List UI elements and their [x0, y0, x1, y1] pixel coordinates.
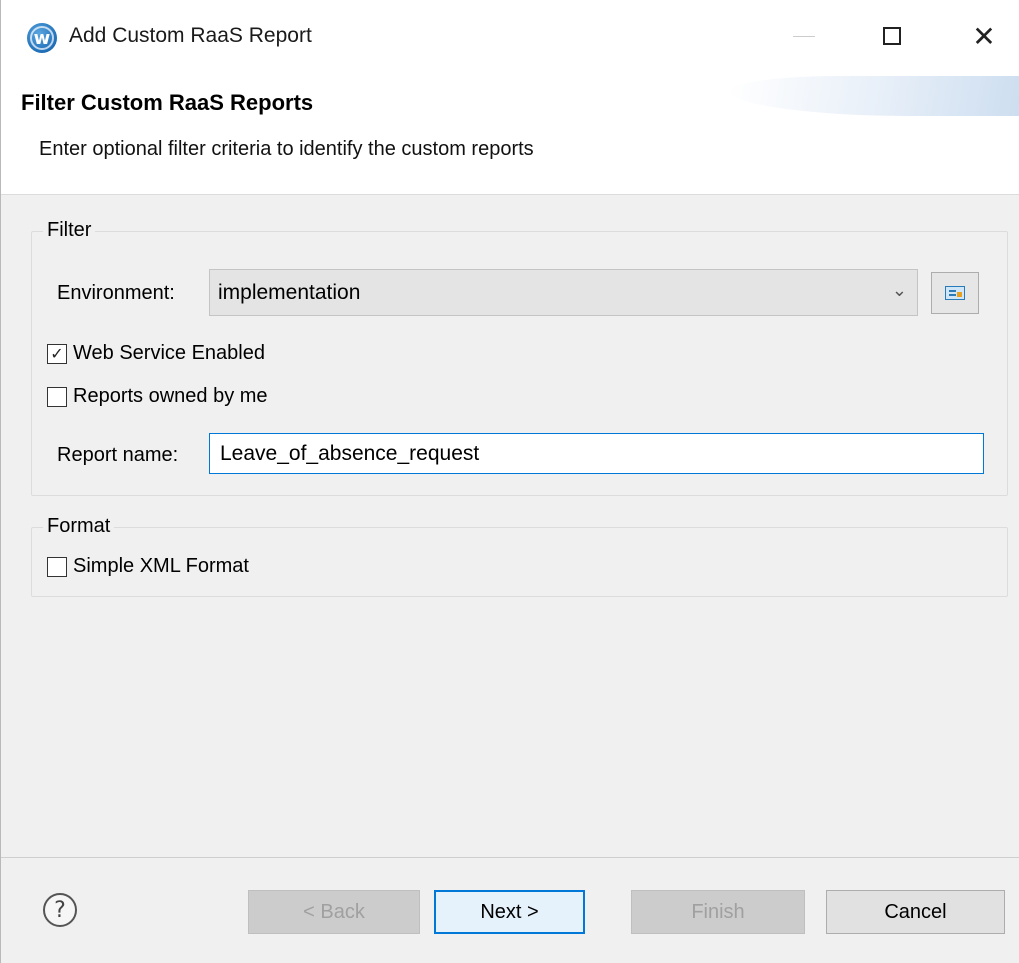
- simple-xml-option[interactable]: Simple XML Format: [47, 555, 249, 578]
- simple-xml-checkbox[interactable]: [47, 556, 67, 577]
- next-button[interactable]: Next >: [434, 890, 585, 934]
- page-description: Enter optional filter criteria to identi…: [39, 138, 534, 160]
- back-button[interactable]: < Back: [248, 890, 420, 934]
- chevron-down-icon: ⌄: [891, 280, 907, 301]
- finish-button[interactable]: Finish: [631, 890, 805, 934]
- environment-value: implementation: [218, 281, 361, 304]
- maximize-button[interactable]: [867, 14, 917, 58]
- web-service-enabled-checkbox[interactable]: ✓: [47, 343, 67, 364]
- page-title: Filter Custom RaaS Reports: [21, 90, 314, 115]
- window-title: Add Custom RaaS Report: [69, 24, 312, 47]
- filter-group-legend: Filter: [43, 219, 96, 242]
- minimize-button[interactable]: [779, 14, 829, 58]
- close-button[interactable]: ✕: [959, 14, 1009, 58]
- owned-by-me-checkbox[interactable]: [47, 386, 67, 407]
- close-icon: ✕: [972, 19, 996, 53]
- environment-dropdown[interactable]: implementation ⌄: [209, 269, 918, 316]
- dialog-window: w Add Custom RaaS Report ✕ Filter Custom…: [0, 0, 1019, 963]
- wizard-header: Filter Custom RaaS Reports Enter optiona…: [1, 76, 1019, 195]
- owned-by-me-label: Reports owned by me: [73, 385, 268, 407]
- minimize-icon: [793, 35, 815, 37]
- simple-xml-label: Simple XML Format: [73, 555, 249, 577]
- owned-by-me-option[interactable]: Reports owned by me: [47, 385, 268, 408]
- header-decoration: [730, 76, 1019, 116]
- format-group-legend: Format: [43, 515, 115, 538]
- button-bar-separator: [1, 857, 1019, 858]
- environment-label: Environment:: [57, 282, 175, 304]
- cancel-button[interactable]: Cancel: [826, 890, 1005, 934]
- workday-logo-icon: w: [27, 23, 57, 53]
- report-name-label: Report name:: [57, 444, 179, 466]
- web-service-enabled-option[interactable]: ✓ Web Service Enabled: [47, 342, 265, 365]
- web-service-enabled-label: Web Service Enabled: [73, 342, 265, 364]
- report-name-input[interactable]: [209, 433, 984, 474]
- environment-config-button[interactable]: [931, 272, 979, 314]
- maximize-icon: [883, 27, 901, 45]
- help-icon[interactable]: ?: [43, 893, 77, 927]
- title-bar: w Add Custom RaaS Report ✕: [1, 0, 1019, 76]
- environment-settings-icon: [945, 286, 965, 300]
